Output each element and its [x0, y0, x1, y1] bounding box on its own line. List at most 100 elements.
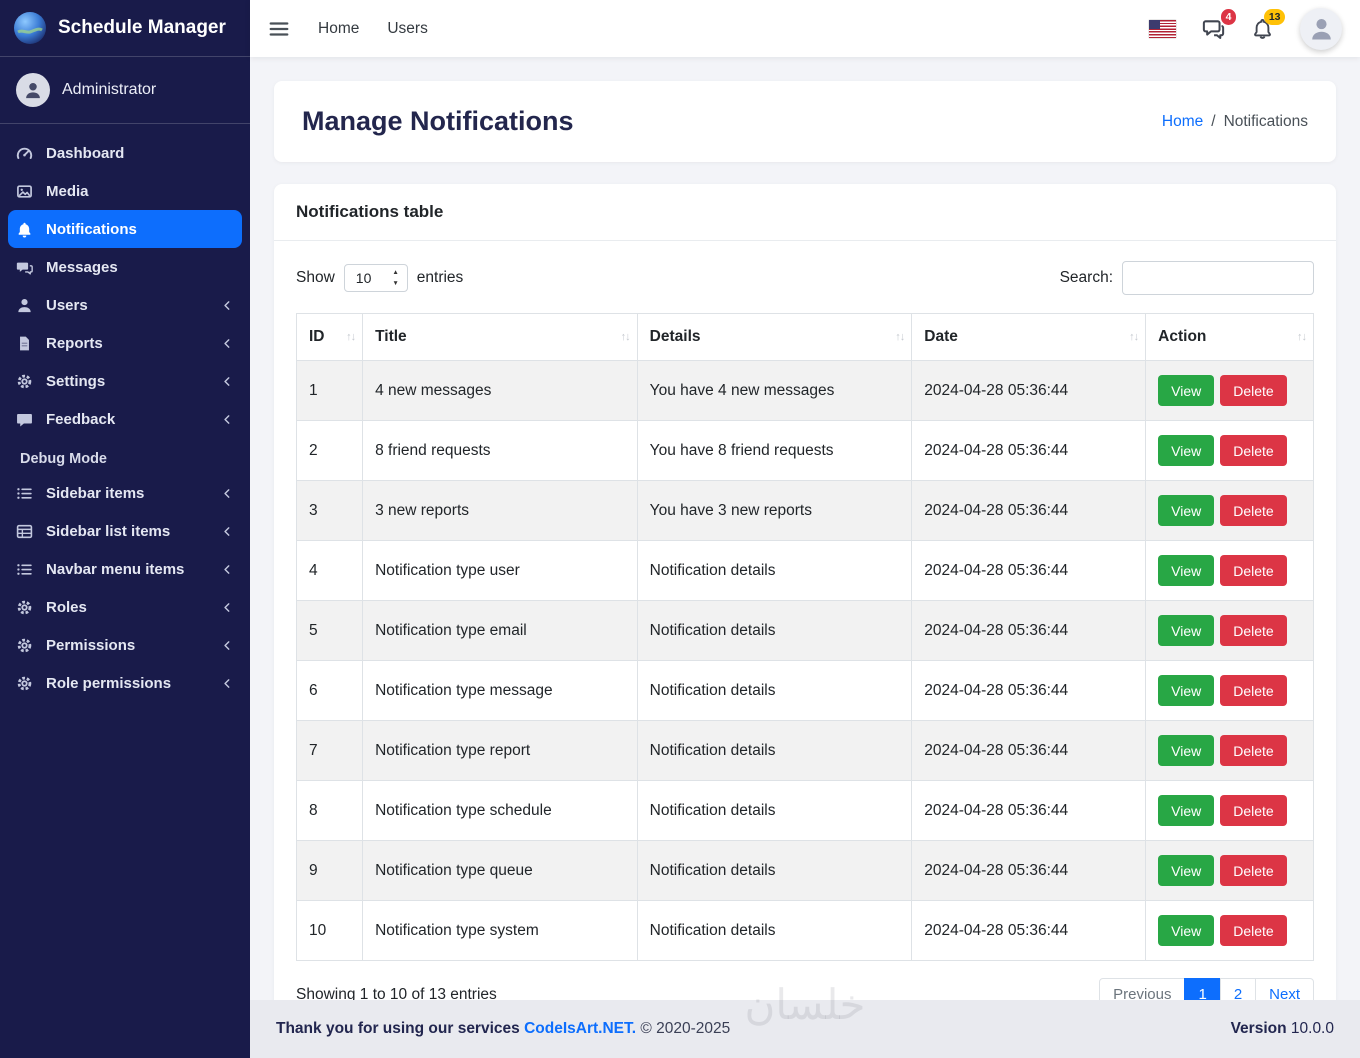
sidebar-item-label: Navbar menu items: [46, 560, 185, 578]
sidebar-item-sidebar-items[interactable]: Sidebar items: [0, 474, 250, 512]
sidebar-item-label: Users: [46, 296, 88, 314]
entries-select-value: 10: [355, 270, 372, 286]
view-button[interactable]: View: [1158, 915, 1215, 946]
breadcrumb-home-link[interactable]: Home: [1162, 113, 1203, 131]
delete-button[interactable]: Delete: [1220, 495, 1287, 526]
view-button[interactable]: View: [1158, 735, 1215, 766]
profile-avatar[interactable]: [1300, 7, 1342, 50]
view-button[interactable]: View: [1158, 555, 1215, 586]
sidebar: Schedule Manager Administrator Dashboard…: [0, 0, 250, 1058]
list-icon: [16, 485, 33, 502]
footer-text: Thank you for using our services CodeIsA…: [276, 1020, 730, 1038]
delete-button[interactable]: Delete: [1220, 435, 1287, 466]
cell-title: Notification type user: [362, 540, 638, 601]
cell-actions: View Delete: [1145, 900, 1314, 961]
gear-icon: [16, 637, 33, 654]
gear-icon: [16, 373, 33, 390]
cell-title: 8 friend requests: [362, 420, 638, 481]
pagination-previous[interactable]: Previous: [1099, 978, 1186, 1000]
delete-button[interactable]: Delete: [1220, 375, 1287, 406]
brand[interactable]: Schedule Manager: [0, 0, 250, 57]
view-button[interactable]: View: [1158, 375, 1215, 406]
user-avatar: [16, 73, 50, 107]
sidebar-item-reports[interactable]: Reports: [0, 324, 250, 362]
chevron-left-icon: [221, 601, 234, 614]
pagination: Previous 1 2 Next: [1099, 978, 1314, 1000]
gauge-icon: [16, 145, 33, 162]
column-header-title[interactable]: Title: [362, 313, 638, 361]
delete-button[interactable]: Delete: [1220, 915, 1287, 946]
sidebar-item-settings[interactable]: Settings: [0, 362, 250, 400]
cell-title: Notification type schedule: [362, 780, 638, 841]
card-title: Notifications table: [274, 184, 1336, 241]
sidebar-item-sidebar-list-items[interactable]: Sidebar list items: [0, 512, 250, 550]
table-controls: Show 10 entries Search:: [296, 261, 1314, 295]
cell-title: 3 new reports: [362, 480, 638, 541]
footer-brand-link[interactable]: CodeIsArt.NET.: [524, 1020, 636, 1037]
user-panel[interactable]: Administrator: [0, 57, 250, 124]
cell-details: You have 8 friend requests: [636, 420, 913, 481]
sidebar-item-feedback[interactable]: Feedback: [0, 400, 250, 438]
search-input[interactable]: [1122, 261, 1314, 295]
sidebar-item-navbar-menu-items[interactable]: Navbar menu items: [0, 550, 250, 588]
pagination-page-2[interactable]: 2: [1219, 978, 1257, 1000]
card-body: Show 10 entries Search:: [274, 241, 1336, 1000]
sidebar-item-label: Sidebar list items: [46, 522, 171, 540]
navbar-link-home[interactable]: Home: [318, 20, 359, 38]
pagination-next[interactable]: Next: [1255, 978, 1314, 1000]
sidebar-item-label: Permissions: [46, 636, 136, 654]
cell-date: 2024-04-28 05:36:44: [911, 900, 1147, 961]
sidebar-item-users[interactable]: Users: [0, 286, 250, 324]
sidebar-item-messages[interactable]: Messages: [0, 248, 250, 286]
sidebar-item-media[interactable]: Media: [0, 172, 250, 210]
sidebar-item-role-permissions[interactable]: Role permissions: [0, 664, 250, 702]
column-header-details[interactable]: Details: [636, 313, 913, 361]
delete-button[interactable]: Delete: [1220, 675, 1287, 706]
delete-button[interactable]: Delete: [1220, 555, 1287, 586]
cell-id: 5: [295, 600, 364, 661]
notifications-dropdown[interactable]: 13: [1251, 9, 1285, 40]
user-icon: [16, 297, 33, 314]
column-header-action[interactable]: Action: [1145, 313, 1314, 361]
table-row: 10 Notification type system Notification…: [295, 900, 1314, 961]
delete-button[interactable]: Delete: [1220, 735, 1287, 766]
view-button[interactable]: View: [1158, 435, 1215, 466]
cell-details: You have 3 new reports: [636, 480, 913, 541]
cell-actions: View Delete: [1145, 420, 1314, 481]
cell-id: 9: [295, 840, 364, 901]
hamburger-menu-icon[interactable]: [268, 18, 290, 40]
table-row: 7 Notification type report Notification …: [295, 720, 1314, 781]
cell-date: 2024-04-28 05:36:44: [911, 540, 1147, 601]
column-header-date[interactable]: Date: [911, 313, 1147, 361]
sidebar-item-notifications[interactable]: Notifications: [8, 210, 242, 248]
messages-dropdown[interactable]: 4: [1202, 9, 1236, 40]
cell-date: 2024-04-28 05:36:44: [911, 360, 1147, 421]
pagination-page-1[interactable]: 1: [1184, 978, 1221, 1000]
page-length-control: Show 10 entries: [296, 264, 463, 292]
navbar-link-users[interactable]: Users: [387, 20, 427, 38]
sort-icon: [1297, 331, 1306, 343]
table-list-icon: [16, 523, 33, 540]
cell-details: Notification details: [636, 780, 913, 841]
page-title: Manage Notifications: [302, 106, 574, 136]
view-button[interactable]: View: [1158, 855, 1215, 886]
entries-select[interactable]: 10: [343, 264, 408, 292]
sidebar-item-dashboard[interactable]: Dashboard: [0, 134, 250, 172]
sort-icon: [621, 331, 630, 343]
content-column: Home Users 4 13 Manage Notifications Hom…: [250, 0, 1360, 1058]
sidebar-item-permissions[interactable]: Permissions: [0, 626, 250, 664]
cell-id: 2: [295, 420, 364, 481]
view-button[interactable]: View: [1158, 495, 1215, 526]
delete-button[interactable]: Delete: [1220, 795, 1287, 826]
cell-date: 2024-04-28 05:36:44: [911, 780, 1147, 841]
cell-actions: View Delete: [1145, 480, 1314, 541]
sidebar-item-roles[interactable]: Roles: [0, 588, 250, 626]
column-header-id[interactable]: ID: [295, 313, 364, 361]
view-button[interactable]: View: [1158, 615, 1215, 646]
view-button[interactable]: View: [1158, 675, 1215, 706]
cell-details: Notification details: [636, 720, 913, 781]
delete-button[interactable]: Delete: [1220, 615, 1287, 646]
us-flag-icon[interactable]: [1149, 19, 1176, 38]
view-button[interactable]: View: [1158, 795, 1215, 826]
delete-button[interactable]: Delete: [1220, 855, 1287, 886]
